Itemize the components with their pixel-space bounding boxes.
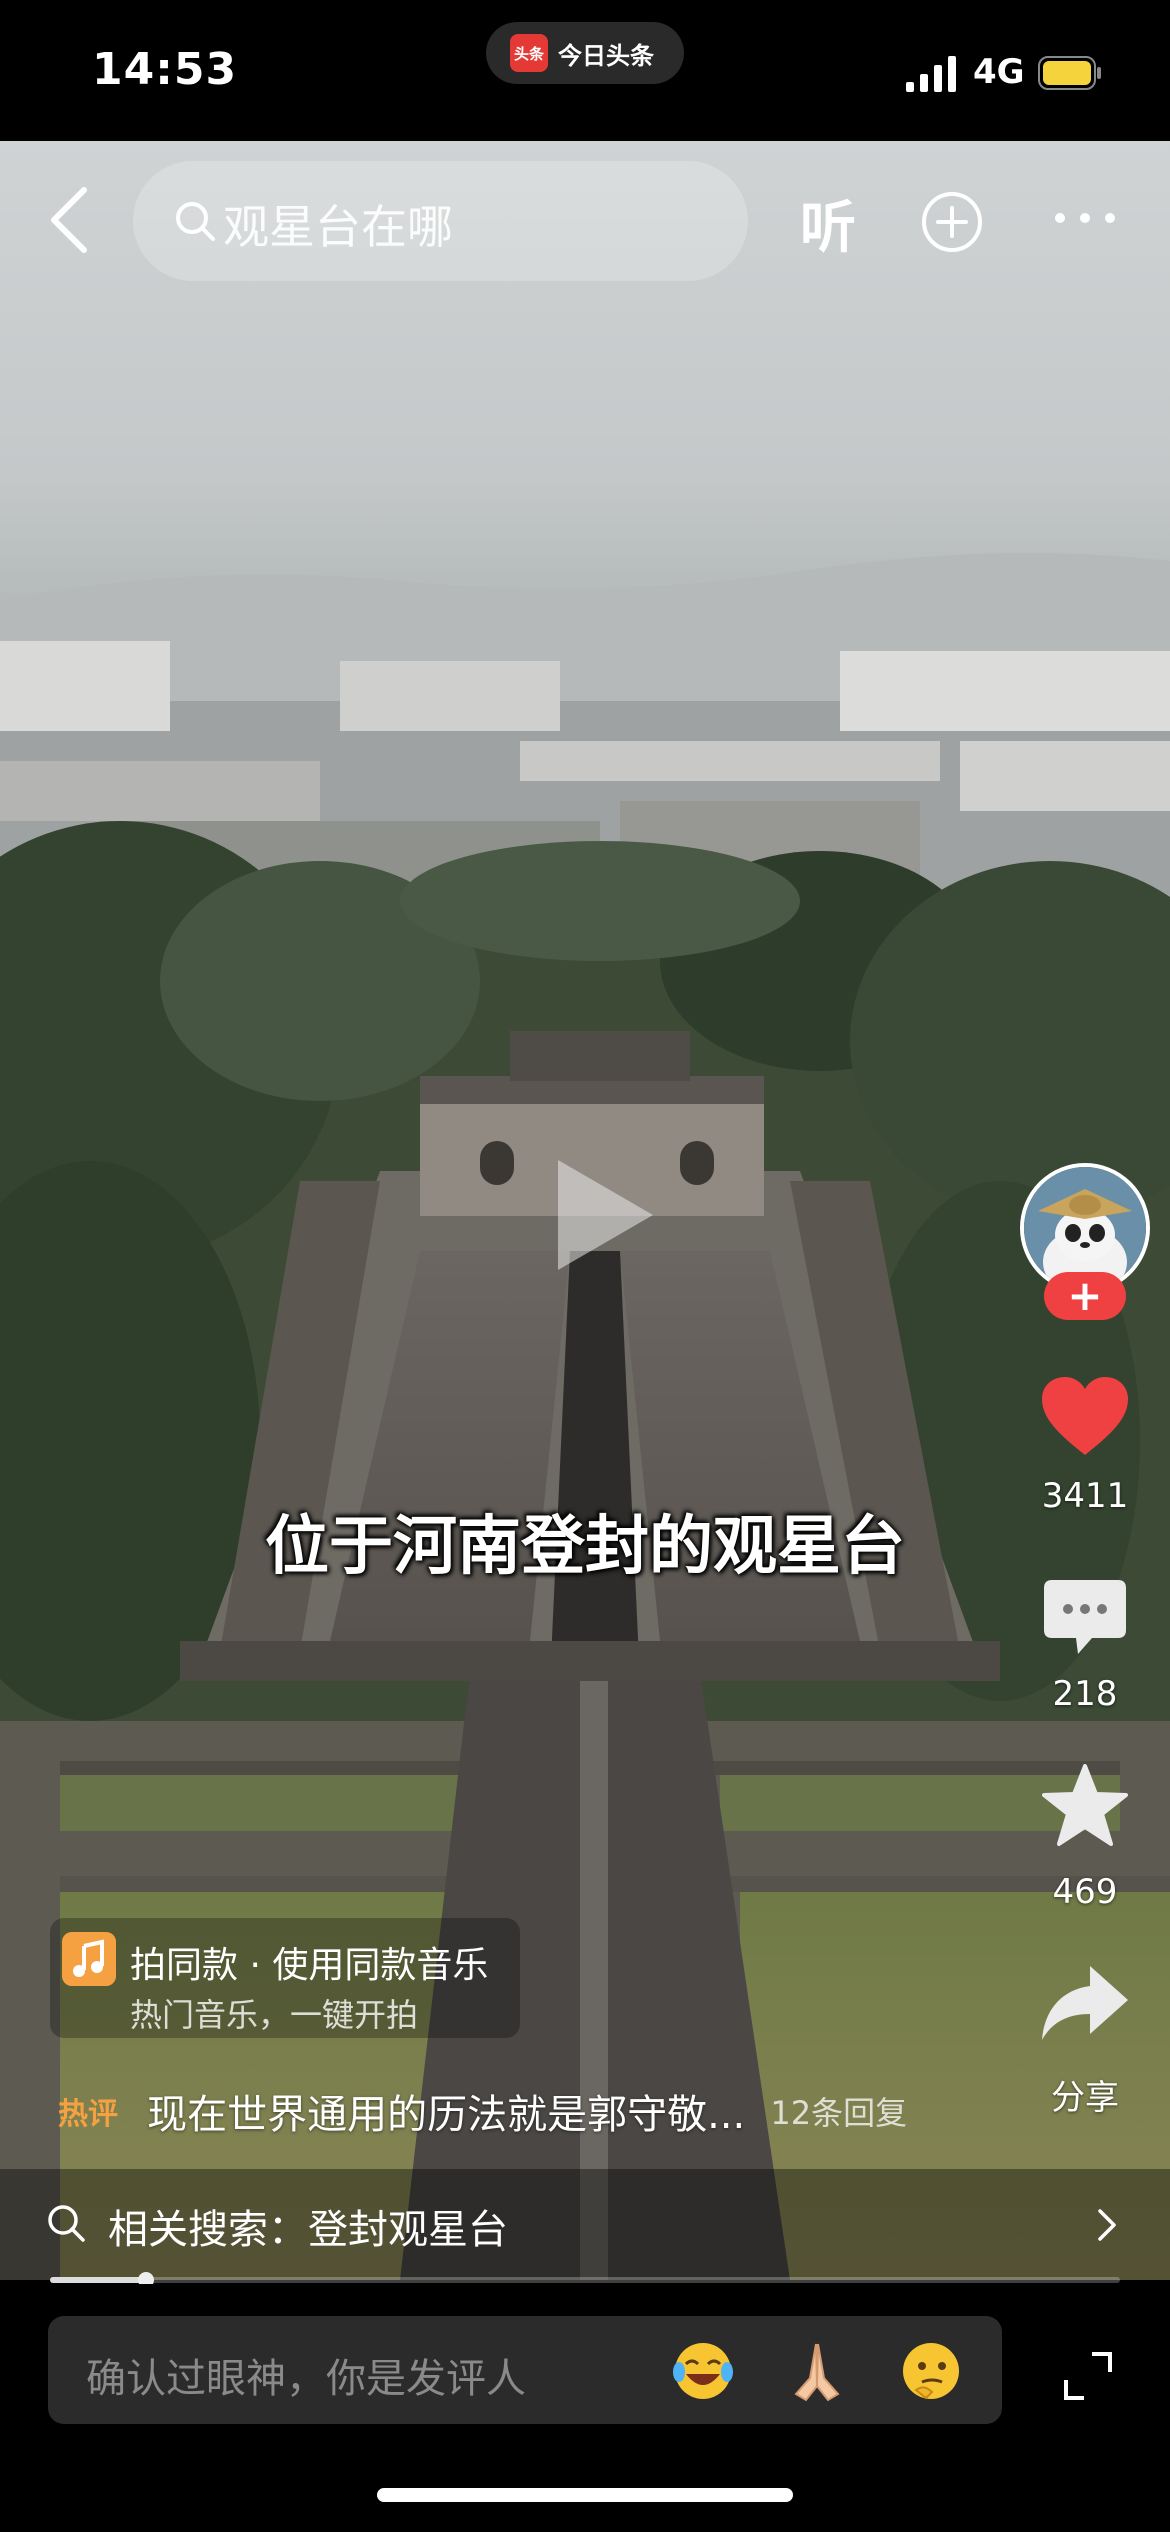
hot-comment-tag: 热评 bbox=[58, 2097, 118, 2132]
comment-placeholder: 确认过眼神，你是发评人 bbox=[86, 2356, 526, 2402]
signal-icon bbox=[906, 56, 956, 92]
share-label: 分享 bbox=[1051, 2078, 1119, 2118]
music-note-icon bbox=[62, 1932, 116, 1986]
app-name: 今日头条 bbox=[558, 41, 654, 70]
music-use-same[interactable]: 拍同款 · 使用同款音乐 热门音乐，一键开拍 bbox=[50, 1918, 520, 2038]
app-logo-icon: 头条 bbox=[510, 34, 548, 72]
play-icon[interactable] bbox=[548, 1155, 658, 1275]
related-search-text: 相关搜索：登封观星台 bbox=[108, 2207, 508, 2253]
favorite-count: 469 bbox=[1052, 1872, 1118, 1912]
app-indicator-pill[interactable]: 头条 今日头条 bbox=[486, 22, 684, 84]
music-title: 拍同款 · 使用同款音乐 bbox=[130, 1945, 489, 1986]
battery-icon bbox=[1038, 56, 1101, 90]
hot-comment-replies[interactable]: 12条回复 bbox=[770, 2094, 907, 2132]
back-icon[interactable] bbox=[42, 180, 102, 260]
add-circle-icon[interactable] bbox=[920, 190, 984, 254]
listen-button[interactable]: 听 bbox=[800, 183, 856, 264]
like-count: 3411 bbox=[1041, 1476, 1129, 1516]
follow-button[interactable]: + bbox=[1044, 1272, 1126, 1320]
chevron-right-icon bbox=[1098, 2209, 1116, 2241]
search-icon bbox=[48, 2205, 85, 2242]
praying-hands-emoji[interactable] bbox=[784, 2338, 850, 2404]
video-caption: 位于河南登封的观星台 bbox=[265, 1510, 905, 1584]
share-icon[interactable] bbox=[1040, 1964, 1130, 2042]
star-icon[interactable] bbox=[1042, 1764, 1128, 1848]
thinking-emoji[interactable] bbox=[898, 2338, 964, 2404]
status-bar: 14:53 头条 今日头条 4G bbox=[0, 0, 1170, 141]
search-bar[interactable]: 观星台在哪 bbox=[133, 161, 748, 281]
comment-icon[interactable] bbox=[1042, 1578, 1128, 1656]
status-time: 14:53 bbox=[92, 44, 238, 95]
expand-icon[interactable] bbox=[1062, 2350, 1114, 2402]
more-icon[interactable] bbox=[1050, 208, 1120, 228]
comment-input[interactable]: 确认过眼神，你是发评人 bbox=[48, 2316, 1002, 2424]
network-type: 4G bbox=[973, 52, 1025, 92]
hot-comment[interactable]: 热评 现在世界通用的历法就是郭守敬... 12条回复 bbox=[58, 2082, 958, 2140]
hot-comment-text: 现在世界通用的历法就是郭守敬... bbox=[147, 2092, 746, 2138]
heart-icon[interactable] bbox=[1040, 1375, 1130, 1459]
search-query: 观星台在哪 bbox=[223, 200, 453, 254]
related-search-bar[interactable]: 相关搜索：登封观星台 bbox=[0, 2169, 1170, 2281]
comment-count: 218 bbox=[1052, 1674, 1118, 1714]
home-indicator[interactable] bbox=[377, 2488, 793, 2502]
search-icon bbox=[176, 202, 215, 241]
video-progress-bar[interactable] bbox=[50, 2272, 1120, 2288]
laughing-crying-emoji[interactable] bbox=[670, 2338, 736, 2404]
video-progress-fill bbox=[50, 2277, 147, 2283]
music-subtitle: 热门音乐，一键开拍 bbox=[130, 1996, 419, 2034]
